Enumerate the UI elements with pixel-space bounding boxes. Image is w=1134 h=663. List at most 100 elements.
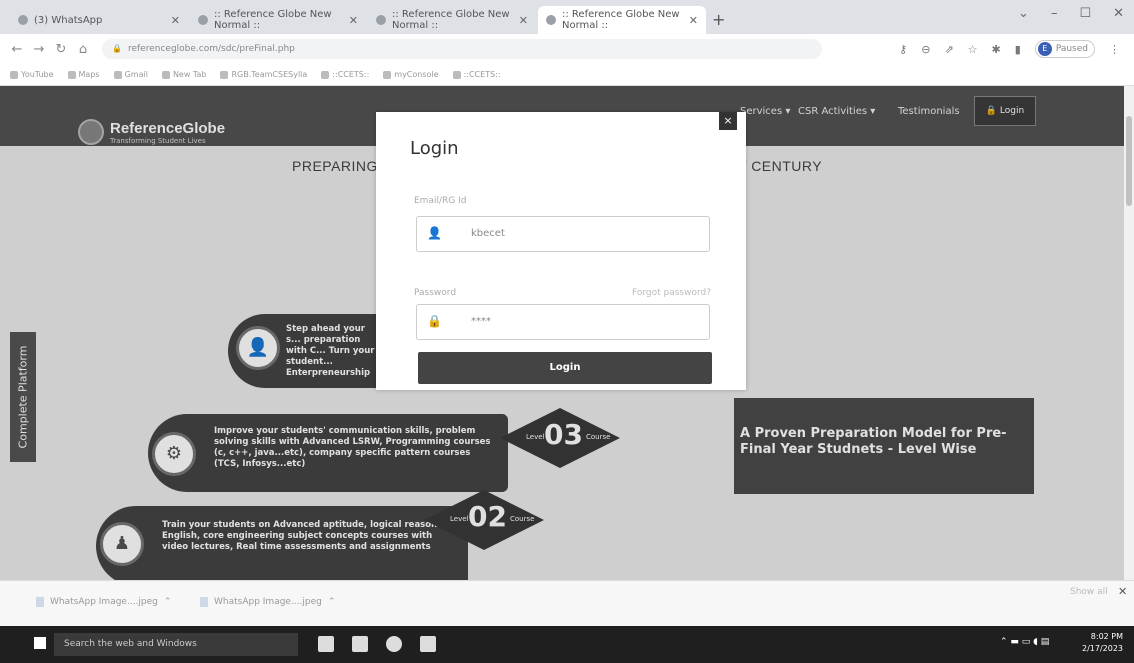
tab-title: :: Reference Globe New Normal :: xyxy=(214,9,332,31)
new-tab-button[interactable]: + xyxy=(712,10,725,29)
bookmark-gmail[interactable]: Gmail xyxy=(113,70,148,79)
extensions-icon[interactable]: ✱ xyxy=(992,43,1001,56)
page-viewport: ReferenceGlobe Transforming Student Live… xyxy=(0,86,1124,580)
tab-search-icon[interactable]: ⌄ xyxy=(1018,6,1029,21)
bookmark-label: myConsole xyxy=(394,70,439,79)
task-view-icon[interactable] xyxy=(318,636,334,652)
tab-title: :: Reference Globe New Normal :: xyxy=(562,9,680,31)
globe-icon xyxy=(161,70,170,79)
chevron-up-icon[interactable]: ⌃ xyxy=(328,597,336,607)
system-tray-icons[interactable]: ⌃ ▬ ▭ ◖ ▤ xyxy=(1000,637,1049,647)
browser-tab-refglobe-2[interactable]: :: Reference Globe New Normal :: ✕ xyxy=(368,6,536,34)
profile-button[interactable]: E Paused xyxy=(1034,40,1095,58)
bookmark-label: New Tab xyxy=(172,70,207,79)
login-modal: × Login Email/RG Id 👤 kbecet Password Fo… xyxy=(376,112,746,390)
browser-tab-whatsapp[interactable]: (3) WhatsApp ✕ xyxy=(10,6,188,34)
close-window-icon[interactable]: ✕ xyxy=(1113,6,1124,21)
clock-time: 8:02 PM xyxy=(1090,632,1124,641)
clock-date: 2/17/2023 xyxy=(1082,644,1124,653)
login-button[interactable]: Login xyxy=(418,352,712,384)
scrollbar-thumb[interactable] xyxy=(1126,116,1132,206)
app-icon[interactable] xyxy=(420,636,436,652)
window-controls: ⌄ – ☐ ✕ xyxy=(1018,6,1124,21)
tab-close-icon[interactable]: ✕ xyxy=(689,14,698,27)
gmail-icon xyxy=(113,70,122,79)
back-icon[interactable]: ← xyxy=(6,42,28,57)
close-downloads-icon[interactable]: ✕ xyxy=(1118,585,1127,598)
reload-icon[interactable]: ↻ xyxy=(50,42,72,57)
browser-tab-refglobe-1[interactable]: :: Reference Globe New Normal :: ✕ xyxy=(190,6,366,34)
bookmark-ccets-2[interactable]: ::CCETS:: xyxy=(452,70,501,79)
bookmark-new-tab[interactable]: New Tab xyxy=(161,70,207,79)
globe-icon xyxy=(452,70,461,79)
image-file-icon xyxy=(200,597,208,607)
download-name: WhatsApp Image....jpeg xyxy=(214,597,322,607)
download-item[interactable]: WhatsApp Image....jpeg ⌃ xyxy=(36,597,171,607)
tab-close-icon[interactable]: ✕ xyxy=(171,14,180,27)
key-icon[interactable]: ⚷ xyxy=(899,43,907,56)
youtube-icon xyxy=(10,70,18,79)
globe-icon xyxy=(220,70,229,79)
tab-close-icon[interactable]: ✕ xyxy=(519,14,528,27)
sidebar-icon[interactable]: ▮ xyxy=(1015,43,1021,56)
image-file-icon xyxy=(36,597,44,607)
windows-taskbar: Search the web and Windows ⌃ ▬ ▭ ◖ ▤ 8:0… xyxy=(0,626,1134,663)
browser-tab-refglobe-active[interactable]: :: Reference Globe New Normal :: ✕ xyxy=(538,6,706,34)
star-icon[interactable]: ☆ xyxy=(968,43,978,56)
bookmark-label: RGB.TeamCSESylla xyxy=(231,70,308,79)
bookmark-label: YouTube xyxy=(21,70,54,79)
bookmarks-bar: YouTube Maps Gmail New Tab RGB.TeamCSESy… xyxy=(0,64,1134,86)
site-favicon xyxy=(376,15,386,25)
download-item[interactable]: WhatsApp Image....jpeg ⌃ xyxy=(200,597,335,607)
bookmark-rgb[interactable]: RGB.TeamCSESylla xyxy=(220,70,307,79)
site-favicon xyxy=(546,15,556,25)
menu-icon[interactable]: ⋮ xyxy=(1109,43,1120,56)
address-toolbar: ← → ↻ ⌂ 🔒 referenceglobe.com/sdc/preFinal… xyxy=(0,34,1134,64)
forgot-password-link[interactable]: Forgot password? xyxy=(632,288,711,298)
close-icon[interactable]: × xyxy=(719,112,737,130)
password-value: **** xyxy=(471,316,491,327)
home-icon[interactable]: ⌂ xyxy=(72,42,94,57)
bookmark-label: ::CCETS:: xyxy=(332,70,370,79)
file-explorer-icon[interactable] xyxy=(352,636,368,652)
chevron-up-icon[interactable]: ⌃ xyxy=(164,597,172,607)
url-text: referenceglobe.com/sdc/preFinal.php xyxy=(127,44,295,54)
email-value: kbecet xyxy=(471,228,505,239)
password-field[interactable]: 🔒 **** xyxy=(416,304,710,340)
url-field[interactable]: 🔒 referenceglobe.com/sdc/preFinal.php xyxy=(102,39,822,59)
maps-icon xyxy=(67,70,76,79)
chrome-icon[interactable] xyxy=(386,636,402,652)
bookmark-myconsole[interactable]: myConsole xyxy=(383,70,439,79)
maximize-icon[interactable]: ☐ xyxy=(1079,6,1091,21)
show-all-button[interactable]: Show all xyxy=(1070,587,1108,597)
download-name: WhatsApp Image....jpeg xyxy=(50,597,158,607)
minimize-icon[interactable]: – xyxy=(1051,6,1058,21)
password-label: Password xyxy=(414,288,457,298)
tab-close-icon[interactable]: ✕ xyxy=(349,14,358,27)
zoom-icon[interactable]: ⊖ xyxy=(921,43,930,56)
console-icon xyxy=(383,70,392,79)
modal-title: Login xyxy=(410,138,459,159)
forward-icon[interactable]: → xyxy=(28,42,50,57)
toolbar-actions: ⚷ ⊖ ⇗ ☆ ✱ ▮ E Paused ⋮ xyxy=(899,40,1134,58)
downloads-bar: WhatsApp Image....jpeg ⌃ WhatsApp Image.… xyxy=(0,580,1134,626)
bookmark-youtube[interactable]: YouTube xyxy=(10,70,54,79)
share-icon[interactable]: ⇗ xyxy=(944,43,953,56)
page-scrollbar[interactable] xyxy=(1124,86,1134,580)
bookmark-ccets[interactable]: ::CCETS:: xyxy=(321,70,369,79)
browser-tab-bar: (3) WhatsApp ✕ :: Reference Globe New No… xyxy=(0,0,1134,34)
lock-icon: 🔒 xyxy=(427,314,442,328)
email-field[interactable]: 👤 kbecet xyxy=(416,216,710,252)
bookmark-label: ::CCETS:: xyxy=(463,70,501,79)
bookmark-label: Maps xyxy=(78,70,100,79)
globe-icon xyxy=(321,70,330,79)
taskbar-clock[interactable]: 8:02 PM 2/17/2023 xyxy=(1082,631,1123,655)
email-label: Email/RG Id xyxy=(414,196,467,206)
lock-icon: 🔒 xyxy=(112,44,122,53)
taskbar-search[interactable]: Search the web and Windows xyxy=(54,633,298,656)
tab-title: (3) WhatsApp xyxy=(34,14,103,26)
windows-start-icon[interactable] xyxy=(34,637,46,649)
bookmark-maps[interactable]: Maps xyxy=(67,70,100,79)
site-favicon xyxy=(198,15,208,25)
whatsapp-icon xyxy=(18,15,28,25)
